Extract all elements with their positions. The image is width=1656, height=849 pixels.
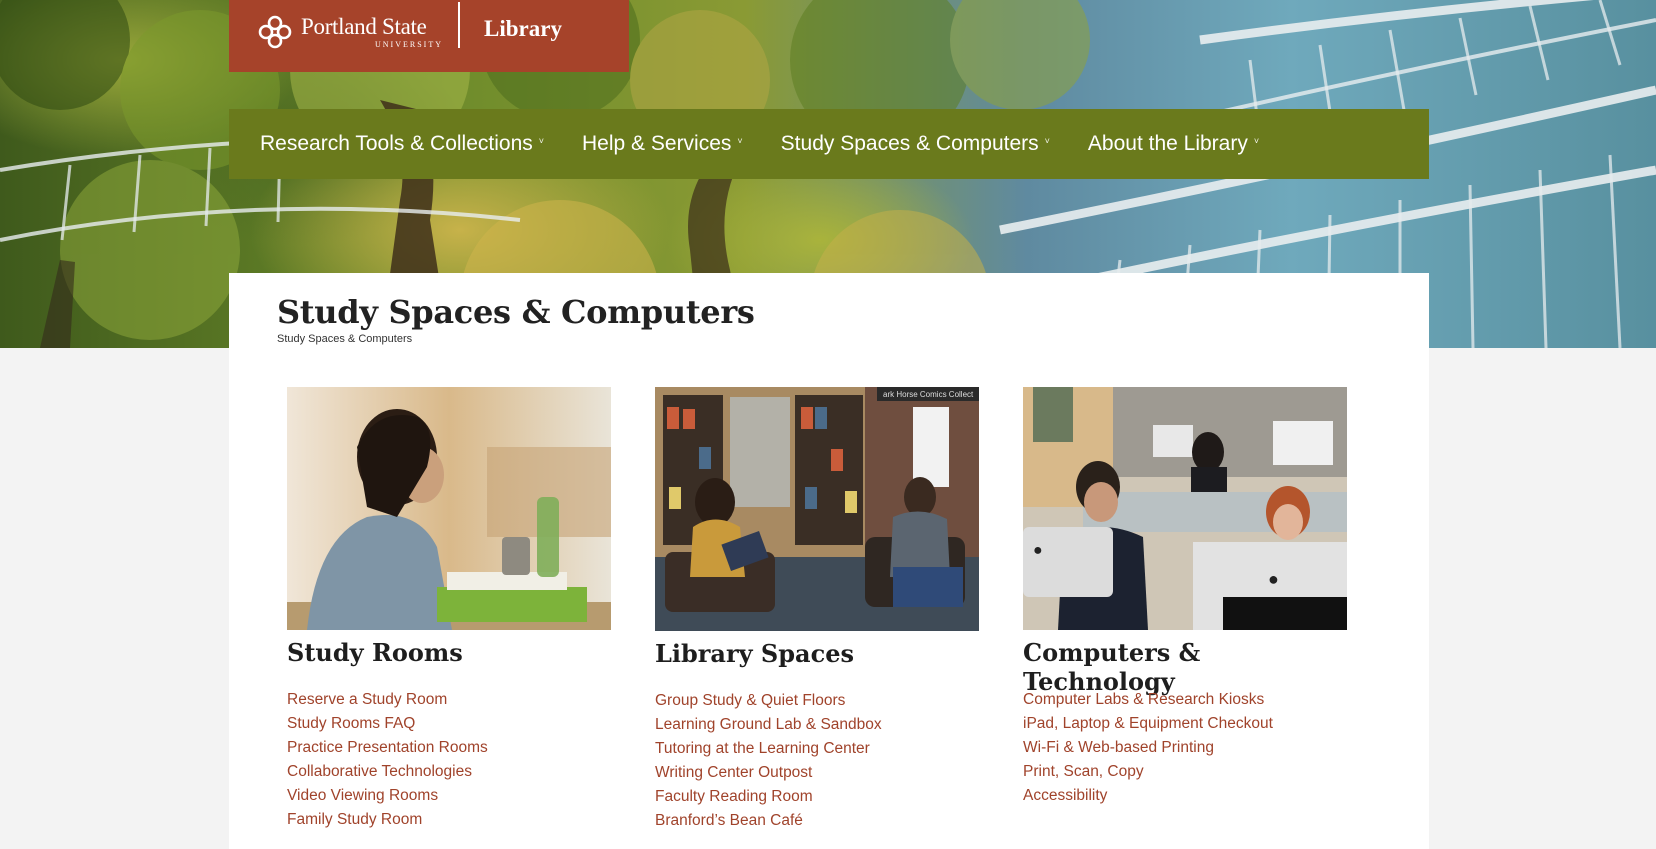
chevron-down-icon: ˅ <box>737 136 743 146</box>
list-item: Tutoring at the Learning Center <box>655 737 981 761</box>
site-logo[interactable]: Portland State UNIVERSITY Library <box>229 0 629 72</box>
list-item: Print, Scan, Copy <box>1023 760 1349 784</box>
list-item: Collaborative Technologies <box>287 760 613 784</box>
nav-study-spaces[interactable]: Study Spaces & Computers ˅ <box>781 132 1050 156</box>
link-accessibility[interactable]: Accessibility <box>1023 787 1107 804</box>
link-writing-center-outpost[interactable]: Writing Center Outpost <box>655 764 812 781</box>
list-item: Group Study & Quiet Floors <box>655 689 981 713</box>
section-title: Library Spaces <box>655 639 854 668</box>
link-group-study-quiet-floors[interactable]: Group Study & Quiet Floors <box>655 692 845 709</box>
list-item: Accessibility <box>1023 784 1349 808</box>
link-ipad-laptop-checkout[interactable]: iPad, Laptop & Equipment Checkout <box>1023 715 1273 732</box>
list-item: Learning Ground Lab & Sandbox <box>655 713 981 737</box>
chevron-down-icon: ˅ <box>538 136 545 146</box>
link-family-study-room[interactable]: Family Study Room <box>287 811 422 828</box>
logo-subtitle: UNIVERSITY <box>375 40 443 49</box>
link-practice-presentation-rooms[interactable]: Practice Presentation Rooms <box>287 739 488 756</box>
link-list: Reserve a Study Room Study Rooms FAQ Pra… <box>287 688 613 832</box>
link-print-scan-copy[interactable]: Print, Scan, Copy <box>1023 763 1144 780</box>
nav-help-services[interactable]: Help & Services ˅ <box>582 132 743 156</box>
list-item: Study Rooms FAQ <box>287 712 613 736</box>
psu-logo-icon <box>258 15 292 49</box>
logo-divider <box>458 2 460 48</box>
chevron-down-icon: ˅ <box>1044 136 1050 146</box>
section-library-spaces: ark Horse Comics Collect Library Spaces … <box>655 387 981 833</box>
nav-item-label: Research Tools & Collections <box>260 132 533 155</box>
nav-item-label: Study Spaces & Computers <box>780 132 1039 155</box>
list-item: Branford’s Bean Café <box>655 809 981 833</box>
link-list: Computer Labs & Research Kiosks iPad, La… <box>1023 688 1349 808</box>
link-learning-ground-lab[interactable]: Learning Ground Lab & Sandbox <box>655 716 882 733</box>
link-branfords-bean-cafe[interactable]: Branford’s Bean Café <box>655 812 803 829</box>
link-reserve-study-room[interactable]: Reserve a Study Room <box>287 691 447 708</box>
apple-logo-icon: ● <box>1268 569 1279 589</box>
link-faculty-reading-room[interactable]: Faculty Reading Room <box>655 788 813 805</box>
computers-technology-photo[interactable]: ● ● <box>1023 387 1347 630</box>
list-item: Writing Center Outpost <box>655 761 981 785</box>
chevron-down-icon: ˅ <box>1253 136 1260 146</box>
apple-logo-icon: ● <box>1033 542 1043 559</box>
list-item: iPad, Laptop & Equipment Checkout <box>1023 712 1349 736</box>
library-spaces-photo[interactable]: ark Horse Comics Collect <box>655 387 979 631</box>
section-study-rooms: Study Rooms Reserve a Study Room Study R… <box>287 387 613 832</box>
student-studying-image <box>287 387 611 630</box>
shelf-sign-text: ark Horse Comics Collect <box>883 390 974 399</box>
list-item: Reserve a Study Room <box>287 688 613 712</box>
list-item: Family Study Room <box>287 808 613 832</box>
logo-wordmark: Portland State <box>301 14 427 39</box>
link-list: Group Study & Quiet Floors Learning Grou… <box>655 689 981 833</box>
content-card: Study Spaces & Computers Study Spaces & … <box>229 273 1429 849</box>
nav-research-tools[interactable]: Research Tools & Collections ˅ <box>260 132 544 156</box>
link-study-rooms-faq[interactable]: Study Rooms FAQ <box>287 715 415 732</box>
breadcrumb: Study Spaces & Computers <box>277 333 413 345</box>
computer-lab-image: ● ● <box>1023 387 1347 630</box>
logo-library-label: Library <box>484 16 562 41</box>
main-navigation: Research Tools & Collections ˅ Help & Se… <box>229 109 1429 179</box>
link-collaborative-technologies[interactable]: Collaborative Technologies <box>287 763 472 780</box>
section-computers-technology: ● ● Computers & Technology Computer Labs… <box>1023 387 1349 808</box>
list-item: Faculty Reading Room <box>655 785 981 809</box>
link-tutoring-learning-center[interactable]: Tutoring at the Learning Center <box>655 740 870 757</box>
list-item: Practice Presentation Rooms <box>287 736 613 760</box>
section-title: Study Rooms <box>287 638 463 667</box>
section-title: Computers & Technology <box>1023 638 1201 696</box>
nav-about-library[interactable]: About the Library ˅ <box>1088 132 1259 156</box>
link-video-viewing-rooms[interactable]: Video Viewing Rooms <box>287 787 438 804</box>
page-title: Study Spaces & Computers <box>277 293 755 331</box>
link-computer-labs-kiosks[interactable]: Computer Labs & Research Kiosks <box>1023 691 1264 708</box>
nav-item-label: About the Library <box>1087 132 1248 155</box>
study-rooms-photo[interactable] <box>287 387 611 630</box>
list-item: Wi-Fi & Web-based Printing <box>1023 736 1349 760</box>
list-item: Computer Labs & Research Kiosks <box>1023 688 1349 712</box>
students-reading-image: ark Horse Comics Collect <box>655 387 979 631</box>
link-wifi-web-printing[interactable]: Wi-Fi & Web-based Printing <box>1023 739 1214 756</box>
nav-item-label: Help & Services <box>582 132 732 155</box>
list-item: Video Viewing Rooms <box>287 784 613 808</box>
